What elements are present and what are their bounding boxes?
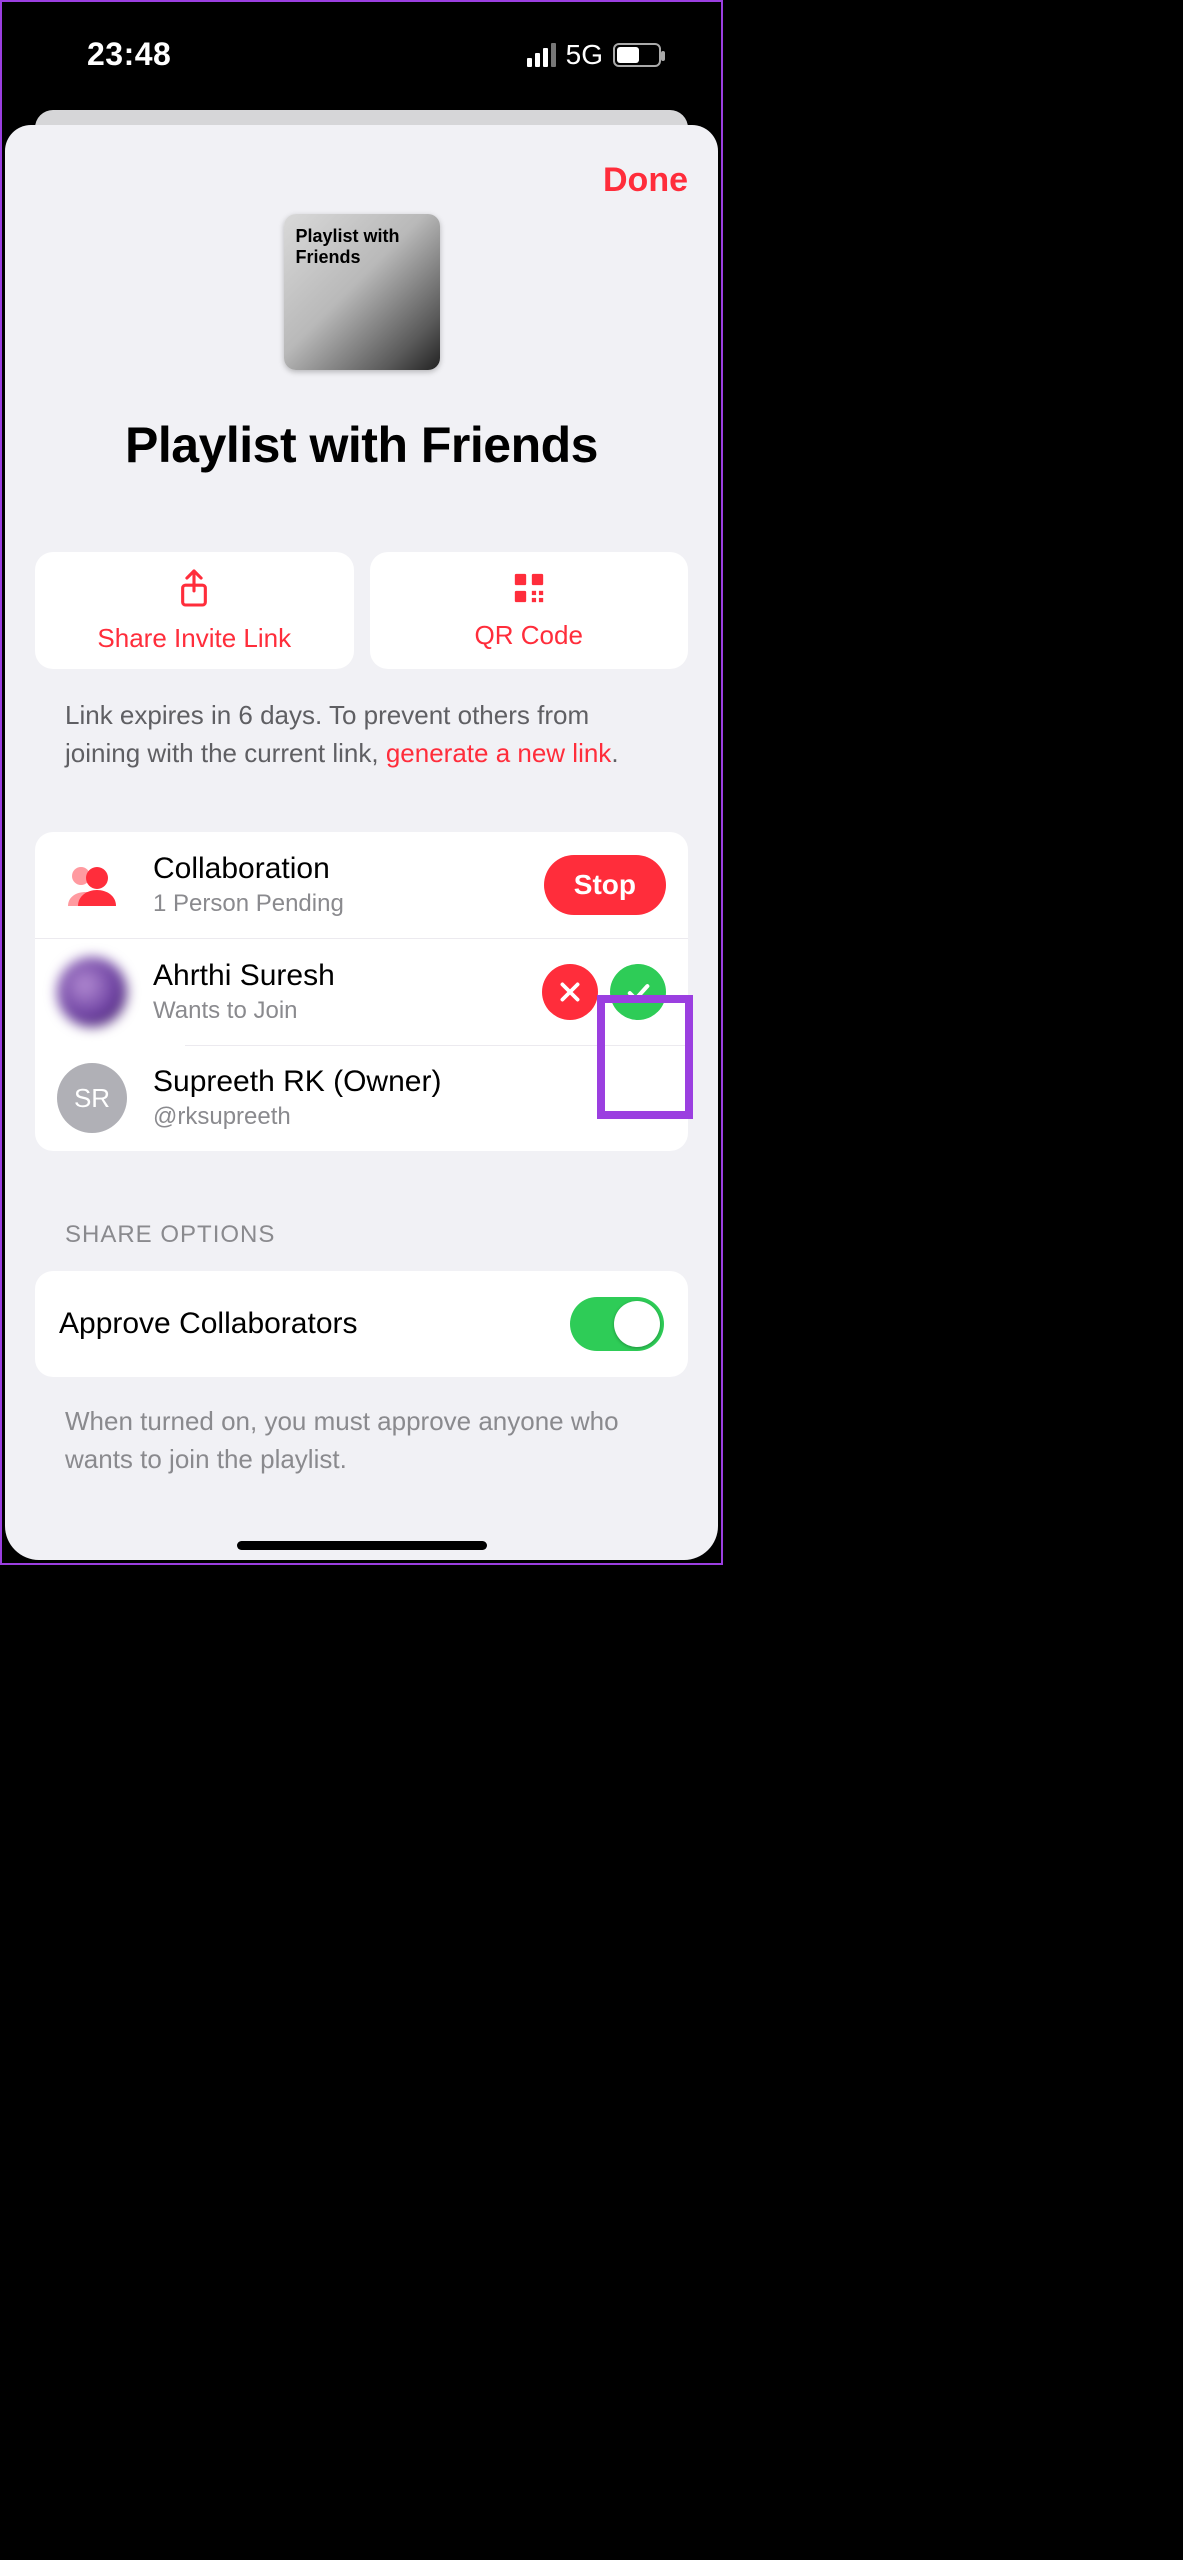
share-invite-link-label: Share Invite Link <box>97 623 291 654</box>
link-expiry-suffix: . <box>611 738 618 768</box>
stop-collaboration-button[interactable]: Stop <box>544 855 666 915</box>
qr-code-button[interactable]: QR Code <box>370 552 689 669</box>
status-time: 23:48 <box>87 36 171 73</box>
generate-new-link[interactable]: generate a new link <box>386 738 611 768</box>
approve-collaborators-helper: When turned on, you must approve anyone … <box>5 1403 718 1478</box>
status-right: 5G <box>527 39 661 71</box>
owner-avatar: SR <box>57 1063 127 1133</box>
network-type: 5G <box>566 39 603 71</box>
playlist-cover: Playlist with Friends <box>284 214 440 370</box>
approve-collaborators-row: Approve Collaborators <box>35 1271 688 1377</box>
collaborators-list: Collaboration 1 Person Pending Stop Ahrt… <box>35 832 688 1151</box>
owner-handle: @rksupreeth <box>153 1103 666 1131</box>
done-button[interactable]: Done <box>603 161 688 200</box>
pending-collaborator-row: Ahrthi Suresh Wants to Join <box>35 938 688 1045</box>
link-expiry-info: Link expires in 6 days. To prevent other… <box>5 697 718 772</box>
collaboration-header-row: Collaboration 1 Person Pending Stop <box>35 832 688 938</box>
owner-row: SR Supreeth RK (Owner) @rksupreeth <box>35 1045 688 1151</box>
approve-collaborator-button[interactable] <box>610 964 666 1020</box>
owner-name: Supreeth RK (Owner) <box>153 1065 666 1099</box>
qr-code-icon <box>512 571 546 610</box>
share-invite-link-button[interactable]: Share Invite Link <box>35 552 354 669</box>
playlist-cover-text: Playlist with Friends <box>296 226 428 267</box>
manage-collaboration-sheet: Done Playlist with Friends Playlist with… <box>5 125 718 1560</box>
playlist-title: Playlist with Friends <box>35 416 688 474</box>
people-icon <box>57 850 127 920</box>
device-frame: 23:48 5G Done Playlist with Friends Play… <box>0 0 723 1565</box>
pending-name: Ahrthi Suresh <box>153 959 530 993</box>
decline-collaborator-button[interactable] <box>542 964 598 1020</box>
collaboration-sub: 1 Person Pending <box>153 890 544 918</box>
pending-sub: Wants to Join <box>153 997 530 1025</box>
playlist-cover-wrap: Playlist with Friends <box>5 214 718 370</box>
cellular-signal-icon <box>527 43 556 67</box>
battery-icon <box>613 43 661 67</box>
home-indicator[interactable] <box>237 1541 487 1550</box>
share-options-section-label: SHARE OPTIONS <box>5 1221 718 1249</box>
qr-code-label: QR Code <box>475 620 583 651</box>
share-icon <box>177 568 211 613</box>
approve-collaborators-label: Approve Collaborators <box>59 1307 358 1341</box>
approve-collaborators-toggle[interactable] <box>570 1297 664 1351</box>
sheet-header: Done <box>5 125 718 210</box>
collaboration-title: Collaboration <box>153 852 544 886</box>
share-actions: Share Invite Link QR Code <box>5 552 718 669</box>
status-bar: 23:48 5G <box>2 2 721 107</box>
pending-avatar <box>57 957 127 1027</box>
owner-initials: SR <box>74 1083 110 1114</box>
